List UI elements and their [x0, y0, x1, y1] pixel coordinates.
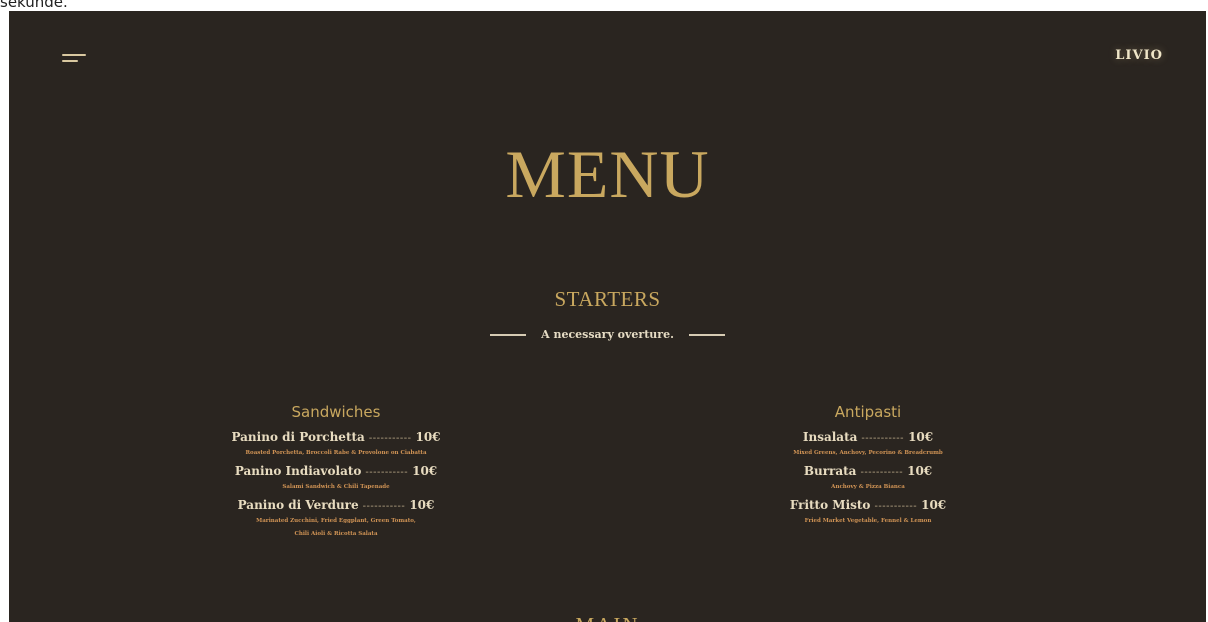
item-description: Fried Market Vegetable, Fennel & Lemon: [804, 518, 932, 524]
column-title: Antipasti: [834, 403, 902, 421]
menu-item: Panino Indiavolato ----------- 10€: [166, 463, 506, 481]
menu-column-antipasti: Antipasti Insalata ----------- 10€ Mixed G…: [698, 403, 1038, 531]
tagline-rule-right: [688, 333, 725, 336]
item-name: Fritto Misto: [789, 498, 871, 512]
item-price: 10€: [908, 430, 934, 444]
item-price: 10€: [907, 464, 933, 478]
item-price: 10€: [412, 464, 438, 478]
menu-item: Panino di Porchetta ----------- 10€: [166, 429, 506, 447]
brand-logo[interactable]: LIVIO: [1115, 48, 1163, 63]
menu-item: Insalata ----------- 10€: [698, 429, 1038, 447]
item-dots: -----------: [368, 433, 412, 444]
item-price: 10€: [409, 498, 435, 512]
item-name: Panino di Verdure: [237, 498, 359, 512]
section-tagline-row: A necessary overture.: [9, 328, 1206, 341]
column-title: Sandwiches: [291, 403, 381, 421]
menu-line-bottom: [62, 60, 78, 62]
item-name: Burrata: [803, 464, 857, 478]
item-dots: -----------: [362, 501, 406, 512]
item-name: Panino Indiavolato: [234, 464, 362, 478]
item-dots: -----------: [365, 467, 409, 478]
section-title-main: MAIN: [9, 613, 1206, 622]
item-dots: -----------: [874, 501, 918, 512]
menu-item: Fritto Misto ----------- 10€: [698, 497, 1038, 515]
item-name: Insalata: [802, 430, 858, 444]
hamburger-menu-icon[interactable]: [62, 51, 90, 65]
item-description: Roasted Porchetta, Broccoli Rabe & Provo…: [245, 450, 427, 456]
item-dots: -----------: [861, 433, 905, 444]
item-description: Anchovy & Pizza Bianca: [831, 484, 905, 490]
item-description: Salami Sandwich & Chili Tapenade: [282, 484, 390, 490]
item-description: Chili Aioli & Ricotta Salata: [294, 531, 378, 537]
section-tagline: A necessary overture.: [541, 328, 674, 341]
section-title-starters: STARTERS: [554, 287, 661, 311]
menu-item: Burrata ----------- 10€: [698, 463, 1038, 481]
item-dots: -----------: [860, 467, 904, 478]
menu-page: LIVIO MENU STARTERS A necessary overture…: [9, 11, 1206, 622]
item-name: Panino di Porchetta: [231, 430, 365, 444]
menu-column-sandwiches: Sandwiches Panino di Porchetta ----------…: [166, 403, 506, 544]
browser-fragment-text: sekunde.: [0, 0, 68, 11]
item-description: Marinated Zucchini, Fried Eggplant, Gree…: [256, 518, 416, 524]
page-title: MENU: [505, 136, 710, 212]
menu-line-top: [62, 54, 86, 56]
item-description: Mixed Greens, Anchovy, Pecorino & Breadc…: [793, 450, 943, 456]
item-price: 10€: [921, 498, 947, 512]
tagline-rule-left: [490, 333, 527, 336]
menu-item: Panino di Verdure ----------- 10€: [166, 497, 506, 515]
item-price: 10€: [415, 430, 441, 444]
